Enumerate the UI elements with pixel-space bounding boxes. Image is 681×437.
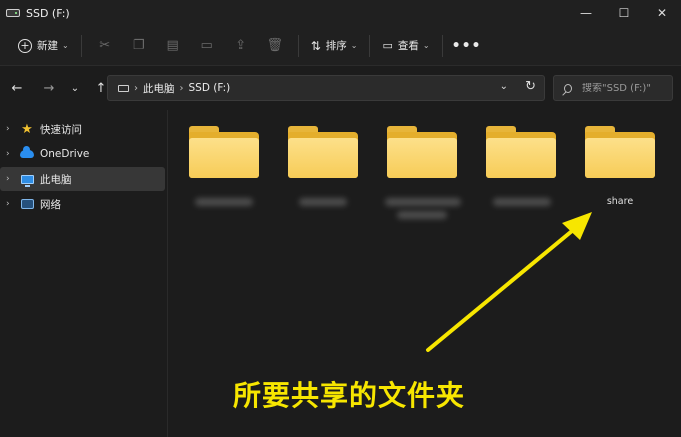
new-button[interactable]: + 新建 ⌄ (12, 32, 75, 60)
star-icon: ★ (21, 121, 33, 137)
folder-icon[interactable] (288, 126, 358, 178)
view-button[interactable]: ▭ 查看 ⌄ (376, 32, 435, 60)
share-icon[interactable]: ⇪ (224, 32, 258, 60)
refresh-icon[interactable]: ↻ (525, 79, 536, 94)
pc-icon (20, 172, 34, 187)
maximize-button[interactable]: ☐ (605, 0, 643, 26)
chevron-right-icon[interactable]: › (6, 174, 16, 184)
sort-label: 排序 (325, 40, 347, 52)
drive-icon (6, 9, 20, 17)
drive-icon (118, 84, 129, 92)
paste-icon[interactable]: ▤ (156, 32, 190, 60)
back-arrow-icon[interactable]: ← (4, 75, 30, 101)
sidebar-item-label: 快速访问 (40, 123, 82, 136)
sidebar-item-this-pc[interactable]: › 此电脑 (0, 167, 165, 191)
sidebar-item-onedrive[interactable]: › OneDrive (0, 142, 165, 166)
blurred-folder-name (299, 198, 347, 206)
blurred-folder-name (385, 198, 461, 206)
chevron-right-icon: › (179, 82, 184, 94)
copy-icon[interactable]: ❐ (122, 32, 156, 60)
close-button[interactable]: ✕ (643, 0, 681, 26)
breadcrumb-ssd[interactable]: SSD (F:) (189, 82, 231, 94)
chevron-right-icon[interactable]: › (6, 199, 16, 209)
chevron-down-icon: ⌄ (350, 41, 358, 50)
chevron-right-icon: › (134, 82, 138, 94)
sort-button[interactable]: ⇅ 排序 ⌄ (305, 32, 364, 60)
folder-icon[interactable] (387, 126, 457, 178)
sidebar-item-label: 此电脑 (40, 173, 72, 186)
sort-icon: ⇅ (310, 38, 321, 53)
title-bar: SSD (F:) — ☐ ✕ (0, 0, 681, 26)
sidebar-item-quick-access[interactable]: › ★ 快速访问 (0, 117, 165, 141)
sidebar-item-label: OneDrive (40, 148, 90, 160)
forward-arrow-icon[interactable]: → (36, 75, 62, 101)
window-title: SSD (F:) (26, 6, 70, 20)
chevron-down-icon: ⌄ (422, 41, 430, 50)
navigation-pane: › ★ 快速访问 › OneDrive › 此电脑 › 网络 (0, 110, 168, 437)
network-icon (20, 197, 34, 211)
folder-icon[interactable] (189, 126, 259, 178)
folder-label-share[interactable]: share (580, 196, 660, 207)
view-label: 查看 (397, 40, 419, 52)
chevron-right-icon[interactable]: › (6, 149, 16, 159)
toolbar-divider (80, 34, 82, 57)
blurred-folder-name (195, 198, 253, 206)
address-row: ← → ⌄ ↑ › 此电脑 › SSD (F:) ⌄ ↻ (0, 67, 681, 109)
blurred-folder-name (493, 198, 551, 206)
window-controls: — ☐ ✕ (567, 0, 681, 26)
plus-icon: + (18, 38, 32, 53)
search-box[interactable] (553, 75, 673, 101)
recent-chevron-icon[interactable]: ⌄ (62, 75, 88, 101)
chevron-right-icon[interactable]: › (6, 124, 16, 134)
cut-icon[interactable]: ✂ (88, 32, 122, 60)
share-folder-icon[interactable] (585, 126, 655, 178)
rename-icon[interactable]: ▭ (190, 32, 224, 60)
address-bar[interactable]: › 此电脑 › SSD (F:) ⌄ ↻ (107, 75, 545, 101)
sidebar-item-network[interactable]: › 网络 (0, 192, 165, 216)
folder-icon[interactable] (486, 126, 556, 178)
more-options-icon[interactable]: ••• (449, 32, 485, 60)
blurred-folder-name (397, 211, 447, 219)
view-icon: ▭ (382, 39, 393, 52)
breadcrumb-this-pc[interactable]: 此电脑 (143, 81, 175, 96)
chevron-down-icon: ⌄ (62, 41, 69, 50)
sidebar-item-label: 网络 (40, 198, 61, 211)
command-bar: + 新建 ⌄ ✂ ❐ ▤ ▭ ⇪ 🗑 ⇅ 排序 ⌄ ▭ 查看 ⌄ ••• (0, 26, 681, 66)
toolbar-divider (369, 34, 371, 57)
toolbar-divider (297, 34, 299, 57)
annotation-text: 所要共享的文件夹 (233, 379, 466, 412)
delete-icon[interactable]: 🗑 (258, 32, 292, 60)
new-label: 新建 (37, 40, 58, 52)
toolbar-divider (441, 34, 443, 57)
search-input[interactable] (582, 82, 672, 94)
cloud-icon (20, 146, 34, 161)
search-icon (564, 83, 572, 93)
address-dropdown-icon[interactable]: ⌄ (500, 81, 508, 92)
minimize-button[interactable]: — (567, 0, 605, 26)
